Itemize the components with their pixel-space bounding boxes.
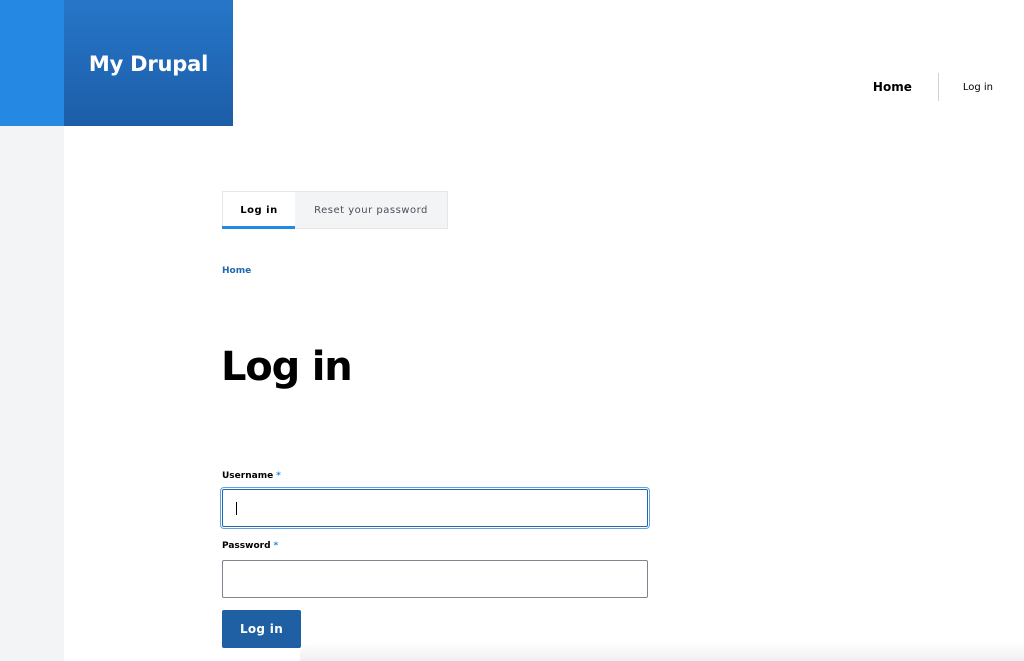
tab-reset-password[interactable]: Reset your password (295, 192, 447, 228)
tab-log-in[interactable]: Log in (222, 192, 295, 229)
local-tasks-tabs: Log in Reset your password (222, 191, 448, 229)
rail-accent (0, 0, 64, 126)
left-rail (0, 0, 64, 661)
bottom-shadow (300, 642, 1024, 661)
nav-link-login[interactable]: Log in (939, 82, 1024, 93)
required-marker: * (276, 471, 281, 481)
password-input[interactable] (222, 560, 648, 598)
log-in-button[interactable]: Log in (222, 610, 301, 648)
site-name-link[interactable]: My Drupal (89, 50, 208, 76)
main-navigation: Home Log in (873, 72, 1024, 102)
nav-link-home[interactable]: Home (873, 80, 938, 94)
text-caret (236, 502, 237, 515)
username-label: Username * (222, 471, 281, 481)
page-title: Log in (221, 344, 353, 390)
site-branding: My Drupal (64, 0, 233, 126)
breadcrumb-home[interactable]: Home (222, 266, 251, 276)
username-label-text: Username (222, 471, 274, 481)
password-label-text: Password (222, 541, 271, 551)
password-label: Password * (222, 541, 278, 551)
required-marker: * (273, 541, 279, 551)
username-input[interactable] (222, 489, 648, 527)
